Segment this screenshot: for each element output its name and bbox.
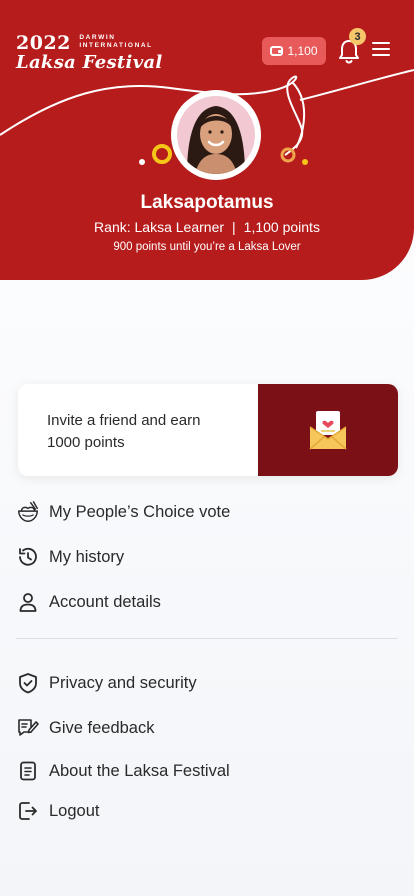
notification-badge: 3	[349, 28, 366, 45]
history-icon	[16, 545, 40, 569]
invite-line2: 1000 points	[47, 434, 125, 451]
menu-item-label: My People’s Choice vote	[49, 502, 231, 521]
menu-divider	[16, 638, 398, 639]
rank-separator: |	[232, 219, 236, 235]
menu-item-logout[interactable]: Logout	[16, 796, 398, 826]
menu-item-my-history[interactable]: My history	[16, 542, 398, 572]
festival-logo[interactable]: 2022 DARWIN INTERNATIONAL Laksa Festival	[16, 32, 163, 73]
menu-item-give-feedback[interactable]: Give feedback	[16, 713, 398, 743]
wallet-points: 1,100	[287, 44, 318, 58]
invite-line1: Invite a friend and earn	[47, 412, 201, 429]
logo-title: Laksa Festival	[16, 52, 163, 73]
menu-item-label: Privacy and security	[49, 673, 197, 692]
avatar[interactable]	[171, 90, 261, 180]
invite-friend-card[interactable]: Invite a friend and earn 1000 points	[18, 384, 398, 476]
menu-item-account-details[interactable]: Account details	[16, 587, 398, 617]
menu-item-privacy-security[interactable]: Privacy and security	[16, 668, 398, 698]
avatar-portrait	[177, 96, 255, 174]
envelope-heart-icon	[309, 411, 347, 450]
menu-item-label: About the Laksa Festival	[49, 761, 230, 780]
menu-item-about-festival[interactable]: About the Laksa Festival	[16, 756, 398, 786]
document-icon	[16, 759, 40, 783]
profile-header: 2022 DARWIN INTERNATIONAL Laksa Festival…	[0, 0, 414, 280]
hamburger-menu-icon[interactable]	[372, 42, 390, 58]
logo-year: 2022	[16, 32, 71, 54]
menu-item-label: Give feedback	[49, 718, 155, 737]
laksa-bowl-icon	[16, 500, 40, 524]
feedback-edit-icon	[16, 716, 40, 740]
menu-item-label: Logout	[49, 801, 100, 820]
rank-line: Rank: Laksa Learner | 1,100 points	[0, 219, 414, 235]
logo-subtitle: DARWIN INTERNATIONAL	[79, 34, 152, 50]
invite-image	[258, 384, 398, 476]
points-label: 1,100 points	[243, 219, 320, 235]
invite-text: Invite a friend and earn 1000 points	[18, 384, 258, 476]
rank-label: Rank: Laksa Learner	[94, 219, 225, 235]
user-icon	[16, 590, 40, 614]
menu-item-label: My history	[49, 547, 125, 566]
logo-sub-line2: INTERNATIONAL	[79, 42, 153, 49]
menu-item-label: Account details	[49, 592, 161, 611]
shield-check-icon	[16, 671, 40, 695]
username: Laksapotamus	[140, 192, 274, 213]
menu-item-peoples-choice-vote[interactable]: My People’s Choice vote	[16, 497, 398, 527]
wallet-icon	[270, 46, 284, 56]
points-until-next-rank: 900 points until you’re a Laksa Lover	[113, 241, 301, 253]
wallet-points-button[interactable]: 1,100	[262, 37, 326, 65]
logout-icon	[16, 799, 40, 823]
logo-sub-line1: DARWIN	[79, 34, 116, 41]
